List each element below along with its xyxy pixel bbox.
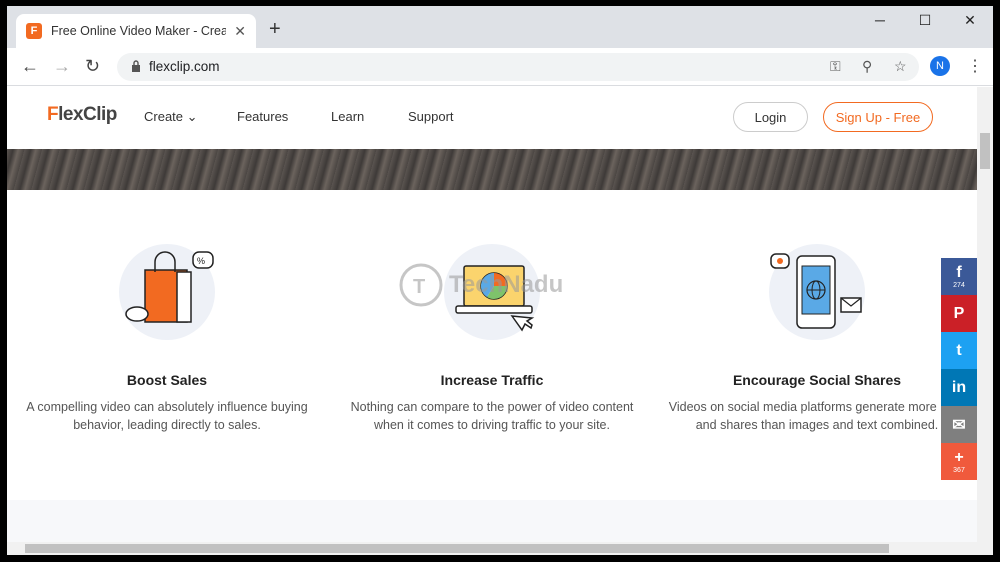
svg-text:T: T — [413, 276, 425, 298]
url-text[interactable]: flexclip.com — [149, 59, 220, 74]
feature-description: Nothing can compare to the power of vide… — [350, 400, 634, 432]
facebook-icon: f — [956, 264, 962, 281]
pinterest-share-button[interactable]: P — [941, 295, 977, 332]
vertical-scroll-thumb[interactable] — [980, 133, 990, 169]
zoom-icon[interactable]: ⚲ — [862, 58, 872, 75]
more-share-button[interactable]: +367 — [941, 443, 977, 480]
twitter-icon: t — [956, 341, 962, 359]
title-bar: F Free Online Video Maker - Create ✕ + ─… — [7, 6, 993, 48]
signup-button[interactable]: Sign Up - Free — [823, 102, 933, 132]
pinterest-icon: P — [953, 304, 965, 322]
shopping-bag-icon: % — [119, 244, 215, 340]
hero-image-strip — [7, 149, 977, 190]
share-count: 367 — [953, 467, 965, 474]
reload-icon[interactable]: ↻ — [85, 56, 100, 77]
lock-icon — [132, 60, 140, 72]
watermark: T TechNadu — [399, 263, 563, 307]
address-bar[interactable]: flexclip.com ⚿ ⚲ ☆ — [117, 53, 919, 81]
profile-avatar[interactable]: N — [930, 56, 950, 76]
menu-dots-icon[interactable]: ⋮ — [967, 56, 983, 76]
flexclip-favicon-icon: F — [26, 23, 42, 39]
more-icon: + — [954, 449, 964, 466]
nav-support[interactable]: Support — [408, 109, 454, 124]
feature-title: Encourage Social Shares — [732, 372, 902, 388]
browser-toolbar: ← → ↻ flexclip.com ⚿ ⚲ ☆ N ⋮ — [7, 48, 993, 86]
key-icon[interactable]: ⚿ — [830, 58, 841, 75]
minimize-button[interactable]: ─ — [857, 12, 903, 28]
browser-window: F Free Online Video Maker - Create ✕ + ─… — [7, 6, 993, 555]
share-count: 274 — [953, 282, 965, 289]
new-tab-button[interactable]: + — [269, 18, 281, 41]
share-bar: f 274 Pt in ✉ +367 — [941, 258, 977, 480]
facebook-share-button[interactable]: f 274 — [941, 258, 977, 295]
nav-create[interactable]: Create ⌄ — [144, 109, 198, 125]
feature-description: A compelling video can absolutely influe… — [26, 400, 308, 432]
close-window-button[interactable]: ✕ — [947, 12, 993, 29]
site-header: FlexClip Create ⌄ Features Learn Support… — [7, 87, 977, 149]
tab-close-icon[interactable]: ✕ — [234, 23, 246, 40]
web-page: FlexClip Create ⌄ Features Learn Support… — [7, 87, 977, 542]
email-icon: ✉ — [952, 416, 966, 434]
smartphone-globe-icon — [769, 244, 865, 340]
tab-title: Free Online Video Maker - Create — [51, 24, 226, 38]
flexclip-logo[interactable]: FlexClip — [47, 104, 117, 126]
email-share-button[interactable]: ✉ — [941, 406, 977, 443]
features-section: % Boost Sales A compelling video can abs… — [7, 190, 977, 500]
watermark-text: TechNadu — [449, 271, 564, 298]
technadu-logo-icon: T — [399, 263, 443, 307]
vertical-scrollbar[interactable] — [977, 87, 993, 542]
linkedin-share-button[interactable]: in — [941, 369, 977, 406]
browser-tab[interactable]: F Free Online Video Maker - Create ✕ — [16, 14, 256, 48]
feature-title: Boost Sales — [126, 372, 208, 388]
horizontal-scroll-thumb[interactable] — [25, 544, 889, 553]
maximize-button[interactable]: ☐ — [902, 12, 948, 29]
forward-arrow-icon[interactable]: → — [53, 56, 71, 77]
linkedin-icon: in — [951, 378, 967, 396]
feature-title: Increase Traffic — [440, 372, 544, 388]
twitter-share-button[interactable]: t — [941, 332, 977, 369]
svg-text:%: % — [197, 256, 205, 266]
login-button[interactable]: Login — [733, 102, 808, 132]
star-icon[interactable]: ☆ — [894, 58, 907, 75]
feature-description: Videos on social media platforms generat… — [668, 400, 966, 432]
horizontal-scrollbar[interactable] — [7, 542, 993, 555]
nav-learn[interactable]: Learn — [331, 109, 364, 124]
back-arrow-icon[interactable]: ← — [21, 56, 39, 77]
nav-features[interactable]: Features — [237, 109, 288, 124]
